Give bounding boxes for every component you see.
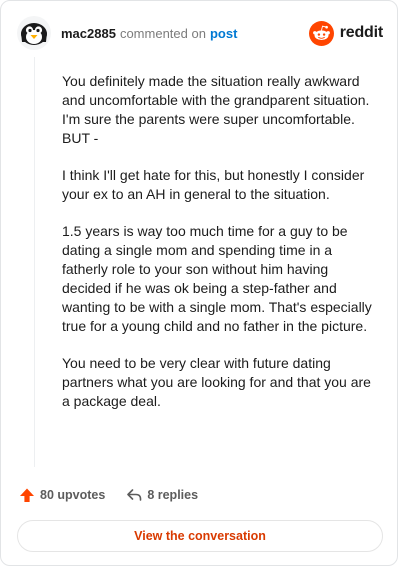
- comment-paragraph: 1.5 years is way too much time for a guy…: [62, 223, 372, 334]
- comment-header: mac2885 commented on post reddit: [17, 15, 383, 51]
- post-link[interactable]: post: [210, 26, 237, 41]
- reply-count-button[interactable]: 8 replies: [126, 487, 198, 503]
- reddit-snoo-icon: [308, 20, 334, 46]
- upvote-arrow-icon: [19, 487, 35, 503]
- reddit-wordmark: reddit: [339, 24, 383, 41]
- upvote-count-button[interactable]: 80 upvotes: [19, 487, 105, 503]
- thread-line: [34, 57, 35, 467]
- penguin-avatar-icon[interactable]: [17, 16, 51, 50]
- reply-count: 8 replies: [147, 488, 199, 502]
- comment-author-link[interactable]: mac2885: [61, 26, 116, 41]
- view-conversation-button[interactable]: View the conversation: [17, 520, 383, 552]
- reply-arrow-icon: [126, 487, 142, 503]
- comment-body: You definitely made the situation really…: [62, 72, 380, 429]
- comment-paragraph: You definitely made the situation really…: [62, 73, 370, 146]
- comment-paragraph: You need to be very clear with future da…: [62, 355, 371, 409]
- upvote-count: 80 upvotes: [40, 488, 106, 502]
- comment-embed-card: mac2885 commented on post reddit You def…: [0, 0, 398, 566]
- comment-paragraph: I think I'll get hate for this, but hone…: [62, 167, 365, 202]
- comment-actions: 80 upvotes 8 replies: [19, 485, 198, 505]
- comment-meta: mac2885 commented on post: [61, 26, 237, 41]
- reddit-brand-link[interactable]: reddit: [308, 20, 383, 46]
- comment-action-text: commented on: [119, 25, 206, 41]
